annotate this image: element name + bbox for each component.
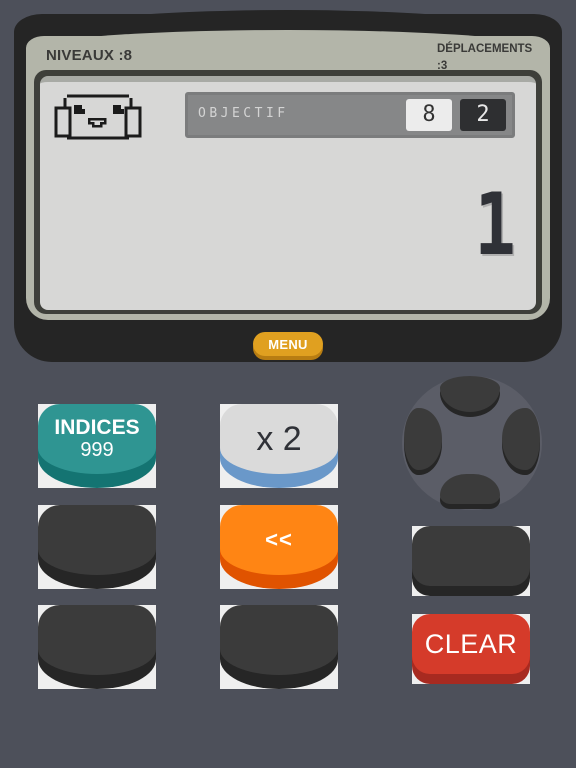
blank-key-top (220, 605, 338, 675)
blank-key-top (412, 526, 530, 586)
blank-key-1[interactable] (38, 505, 156, 589)
blank-key-top (38, 505, 156, 575)
objective-moves-value: 2 (460, 99, 506, 131)
multiply-by-2-button[interactable]: x 2 (220, 404, 338, 488)
clear-button-top: CLEAR (412, 614, 530, 674)
blank-key-2[interactable] (412, 526, 530, 596)
moves-label: DÉPLACEMENTS (437, 43, 533, 55)
objective-bar: OBJECTIF 8 2 (185, 92, 515, 138)
blank-key-4[interactable] (220, 605, 338, 689)
hints-button-top: INDICES 999 (38, 404, 156, 474)
hints-label: INDICES (54, 416, 140, 439)
backspace-button-top: << (220, 505, 338, 575)
multiply-label: x 2 (256, 419, 302, 458)
objective-target-value: 8 (406, 99, 452, 131)
clear-label: CLEAR (424, 628, 518, 659)
blank-key-3[interactable] (38, 605, 156, 689)
objective-label: OBJECTIF (198, 106, 289, 121)
dpad-right-button[interactable] (502, 408, 540, 470)
clear-button[interactable]: CLEAR (412, 614, 530, 684)
display-value: 1 (474, 175, 516, 275)
hints-count: 999 (80, 439, 114, 461)
smiling-face-pixel-icon (54, 94, 142, 140)
menu-button[interactable]: MENU (253, 332, 323, 356)
multiply-button-top: x 2 (220, 404, 338, 474)
backspace-label: << (265, 527, 293, 552)
dpad-down-button[interactable] (440, 474, 500, 504)
dpad-left-button[interactable] (404, 408, 442, 470)
dpad-up-button[interactable] (440, 376, 500, 412)
blank-key-top (38, 605, 156, 675)
hints-button[interactable]: INDICES 999 (38, 404, 156, 488)
directional-pad (402, 376, 542, 510)
level-indicator: NIVEAUX :8 (46, 47, 133, 64)
backspace-button[interactable]: << (220, 505, 338, 589)
